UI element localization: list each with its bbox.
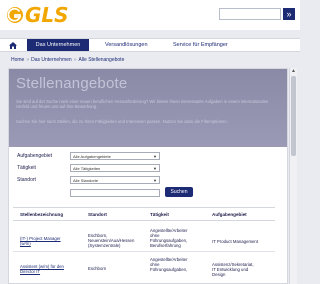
job-activity: Angestellte/Arbeiter ohne Führungsaufgab… bbox=[150, 257, 188, 272]
filter-value-aufgabengebiet: Alle Aufgabengebiete bbox=[73, 154, 111, 159]
top-header: GLS » bbox=[0, 0, 300, 30]
page-title: Stellenangebote bbox=[16, 75, 128, 92]
nav-home[interactable] bbox=[0, 39, 26, 51]
filter-select-aufgabengebiet[interactable]: Alle Aufgabengebiete ▼ bbox=[70, 152, 160, 160]
nav-item-versandloesungen[interactable]: Versandlösungen bbox=[105, 39, 148, 51]
vertical-scrollbar[interactable]: ▲ bbox=[289, 68, 297, 284]
job-location: Eschborn bbox=[88, 266, 106, 271]
job-area: IT Product Management bbox=[212, 239, 258, 244]
job-search-input[interactable] bbox=[70, 189, 160, 197]
home-icon bbox=[9, 41, 17, 49]
column-header-aufgabengebiet: Aufgabengebiet bbox=[212, 212, 247, 217]
filter-row-standort: Standort Alle Standorte ▼ bbox=[0, 176, 278, 186]
search-button[interactable]: » bbox=[283, 8, 295, 20]
scroll-thumb[interactable] bbox=[291, 76, 296, 156]
chevron-down-icon: ▼ bbox=[153, 154, 157, 159]
job-title-link[interactable]: Assistent (w/m) für den Director IT bbox=[20, 264, 64, 274]
filter-row-taetigkeit: Tätigkeit Alle Tätigkeiten ▼ bbox=[0, 164, 278, 174]
column-header-stellenbezeichnung: Stellenbezeichnung bbox=[20, 212, 64, 217]
filter-select-taetigkeit[interactable]: Alle Tätigkeiten ▼ bbox=[70, 164, 160, 172]
filter-label-standort: Standort bbox=[17, 177, 36, 183]
filter-select-standort[interactable]: Alle Standorte ▼ bbox=[70, 176, 160, 184]
job-location-line: (Systemzentrale) bbox=[88, 243, 121, 248]
hero-hint: Suchen Sie hier nach Stellen, die zu Ihr… bbox=[16, 119, 228, 124]
nav-item-service-fuer-empfaenger[interactable]: Service für Empfänger bbox=[173, 39, 228, 51]
filter-label-taetigkeit: Tätigkeit bbox=[17, 165, 36, 171]
chevron-down-icon: ▼ bbox=[153, 166, 157, 171]
filter-row-aufgabengebiet: Aufgabengebiet Alle Aufgabengebiete ▼ bbox=[0, 152, 278, 162]
job-activity: Angestellte/Arbeiter ohne Führungsaufgab… bbox=[150, 228, 188, 248]
job-area: Assistenz/Sekretariat, IT Entwicklung un… bbox=[212, 262, 254, 277]
breadcrumb-separator: » bbox=[73, 57, 77, 63]
scroll-up-icon[interactable]: ▲ bbox=[290, 68, 297, 75]
hero-intro: Sie sind auf der Suche nach einer neuen … bbox=[16, 99, 269, 109]
main-nav: Das Unternehmen Versandlösungen Service … bbox=[0, 38, 300, 52]
job-location-line: Eschborn bbox=[88, 266, 107, 271]
nav-item-das-unternehmen[interactable]: Das Unternehmen bbox=[27, 39, 89, 51]
job-activity-line: Führungsaufgaben, bbox=[150, 267, 188, 272]
breadcrumb-current: Alle Stellenangebote bbox=[78, 57, 125, 63]
hero-banner: Stellenangebote Sie sind auf der Suche n… bbox=[9, 69, 287, 147]
breadcrumb-home[interactable]: Home bbox=[11, 57, 24, 63]
job-title-link[interactable]: (IT-) Project Manager (w/m) bbox=[20, 236, 61, 246]
job-title-line: (w/m) bbox=[20, 241, 31, 246]
filter-value-taetigkeit: Alle Tätigkeiten bbox=[73, 166, 101, 171]
chevron-down-icon: ▼ bbox=[153, 178, 157, 183]
breadcrumb-das-unternehmen[interactable]: Das Unternehmen bbox=[31, 57, 72, 63]
breadcrumb-separator: » bbox=[26, 57, 30, 63]
search-input[interactable] bbox=[219, 8, 281, 20]
row-divider bbox=[13, 251, 275, 252]
gls-logo-icon bbox=[7, 7, 23, 23]
breadcrumb: Home» Das Unternehmen» Alle Stellenangebot… bbox=[11, 57, 124, 63]
job-location: Eschborn, Neuenstein/Aua/Hessen (Systemz… bbox=[88, 233, 134, 248]
table-header: Stellenbezeichnung Standort Tätigkeit Au… bbox=[13, 207, 275, 221]
job-title-line: Director IT bbox=[20, 269, 41, 274]
job-activity-line: Berufserfahrung bbox=[150, 243, 181, 248]
job-area-line: IT Product Management bbox=[212, 239, 259, 244]
logo-text: GLS bbox=[25, 3, 69, 27]
job-search-button[interactable]: Suchen bbox=[165, 187, 193, 197]
column-header-taetigkeit: Tätigkeit bbox=[150, 212, 169, 217]
filter-label-aufgabengebiet: Aufgabengebiet bbox=[17, 153, 53, 159]
filter-value-standort: Alle Standorte bbox=[73, 178, 99, 183]
gls-logo[interactable]: GLS bbox=[6, 3, 69, 27]
column-header-standort: Standort bbox=[88, 212, 107, 217]
job-area-line: Design bbox=[212, 272, 226, 277]
